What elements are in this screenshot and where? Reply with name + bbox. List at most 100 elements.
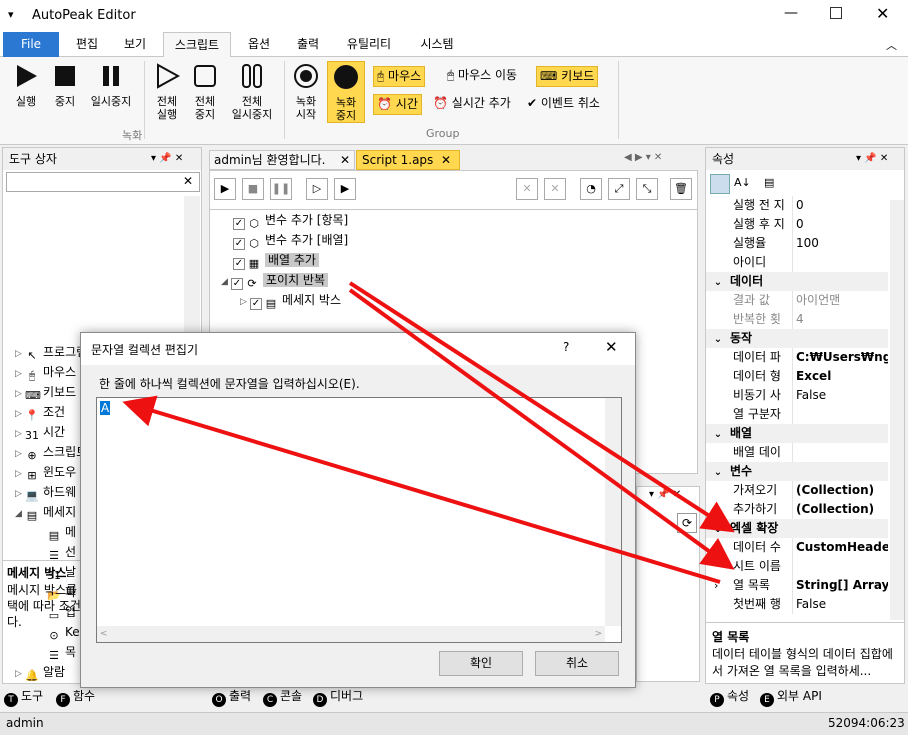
checkbox[interactable]: ✓	[233, 238, 245, 250]
stop-all-button[interactable]: 전체 중지	[186, 61, 224, 121]
tab-nav-icon[interactable]: ◀ ▶ ▾ ✕	[624, 152, 662, 163]
toolbox-item[interactable]: ▷ ⌨ 키보드	[15, 382, 76, 402]
tab-file[interactable]: File	[3, 32, 59, 57]
pause-all-button[interactable]: 전체 일시중지	[224, 61, 280, 121]
textarea-vscroll[interactable]	[605, 398, 621, 626]
checkbox[interactable]: ✓	[231, 278, 243, 290]
toolbox-item[interactable]: ▷ ⊞ 윈도우	[15, 462, 76, 482]
property-category[interactable]: ⌄ 엑셀 확장	[706, 519, 888, 538]
tab-utility[interactable]: 유틸리티	[334, 32, 404, 57]
toolbar-run-icon[interactable]: ▶	[214, 178, 236, 200]
property-row[interactable]: 아이디	[706, 253, 888, 272]
property-row[interactable]: 열 구분자	[706, 405, 888, 424]
close-tab-icon[interactable]: ✕	[441, 151, 451, 169]
toolbox-item[interactable]: ▷ ⊕ 스크립트	[15, 442, 87, 462]
add-realtime-button[interactable]: ⏰ 실시간 추가	[430, 94, 514, 115]
toolbar-step-into-icon[interactable]: ▶	[334, 178, 356, 200]
sort-az-icon[interactable]: A↓	[734, 176, 751, 189]
toolbar-clock-icon[interactable]: ◔	[580, 178, 602, 200]
close-tab-icon[interactable]: ✕	[340, 151, 350, 169]
property-row[interactable]: 데이터 파C:₩Users₩ngma	[706, 348, 888, 367]
minimize-icon[interactable]: —	[784, 5, 798, 21]
toolbox-item[interactable]: ▷ 🖰 마우스	[15, 362, 76, 382]
property-category[interactable]: ⌄ 데이터	[706, 272, 888, 291]
expand-icon[interactable]: ›	[714, 576, 718, 595]
toolbar-collapse-icon[interactable]: ⤡	[636, 178, 658, 200]
time-record-button[interactable]: ⏰ 시간	[373, 94, 422, 115]
property-row[interactable]: 실행 전 지0	[706, 196, 888, 215]
tab-view[interactable]: 보기	[112, 32, 158, 57]
tab-tools[interactable]: T 도구	[4, 686, 43, 708]
run-all-button[interactable]: 전체 실행	[148, 61, 186, 121]
toolbox-item[interactable]: ▷ 💻 하드웨	[15, 482, 76, 502]
toolbox-item[interactable]: ◢ ▤ 메세지	[15, 502, 76, 522]
script-node[interactable]: ✓ ▦ 배열 추가	[233, 250, 319, 270]
property-row[interactable]: 데이터 수CustomHeaderC	[706, 538, 888, 557]
cancel-button[interactable]: 취소	[535, 651, 619, 676]
toolbox-subitem[interactable]: ☰ 선	[47, 542, 76, 562]
tab-system[interactable]: 시스템	[408, 32, 466, 57]
tab-functions[interactable]: F 함수	[56, 686, 95, 708]
toolbox-item[interactable]: ▷ ↖ 프로그램	[15, 342, 87, 362]
toolbox-item[interactable]: ▷ 📍 조건	[15, 402, 65, 422]
tab-welcome[interactable]: admin님 환영합니다. ✕	[209, 150, 355, 170]
tab-output[interactable]: O 출력	[212, 686, 251, 708]
textarea-hscroll[interactable]: < >	[97, 626, 605, 642]
tab-script[interactable]: 스크립트	[163, 32, 231, 58]
property-row[interactable]: 실행율 100	[706, 234, 888, 253]
toolbox-item[interactable]: ▷ 31 시간	[15, 422, 65, 442]
pause-button[interactable]: 일시중지	[85, 61, 137, 108]
property-row[interactable]: 반복한 횟4	[706, 310, 888, 329]
categorized-icon[interactable]	[710, 174, 730, 194]
toolbox-search-input[interactable]: ✕	[6, 172, 200, 192]
property-row[interactable]: 배열 데이	[706, 443, 888, 462]
ok-button[interactable]: 확인	[439, 651, 523, 676]
tab-edit[interactable]: 편집	[64, 32, 110, 57]
property-row[interactable]: 가져오기 (Collection)	[706, 481, 888, 500]
refresh-icon[interactable]: ⟳	[677, 513, 697, 533]
tab-properties[interactable]: P 속성	[710, 686, 749, 708]
dialog-close-icon[interactable]: ✕	[605, 338, 618, 356]
property-row[interactable]: 시트 이름	[706, 557, 888, 576]
property-category[interactable]: ⌄ 변수	[706, 462, 888, 481]
close-icon[interactable]: ✕	[876, 4, 889, 23]
properties-scrollbar[interactable]	[890, 200, 904, 620]
property-row[interactable]: 실행 후 지0	[706, 215, 888, 234]
tab-script1[interactable]: Script 1.aps ✕	[356, 150, 460, 170]
toolbox-item-alarm[interactable]: ▷ 🔔 알람	[15, 662, 65, 682]
clear-search-icon[interactable]: ✕	[183, 174, 193, 188]
checkbox[interactable]: ✓	[233, 218, 245, 230]
mouse-record-button[interactable]: 🖰 마우스	[373, 66, 426, 87]
toolbar-pause-icon[interactable]: ❚❚	[270, 178, 292, 200]
toolbar-delete-icon[interactable]: ✕	[516, 178, 538, 200]
property-row[interactable]: 결과 값 아이언맨	[706, 291, 888, 310]
keyboard-record-button[interactable]: ⌨ 키보드	[536, 66, 599, 87]
property-row[interactable]: 열 목록 String[] Array ›	[706, 576, 888, 595]
pin-icon[interactable]: ▾ 📌 ✕	[151, 148, 183, 170]
maximize-icon[interactable]	[830, 7, 842, 19]
mouse-move-button[interactable]: 🖱 마우스 이동	[444, 66, 520, 87]
toolbar-clear-icon[interactable]: ✕	[544, 178, 566, 200]
script-node[interactable]: ✓ ⬡ 변수 추가 [항목]	[233, 210, 348, 230]
tab-options[interactable]: 옵션	[236, 32, 282, 57]
toolbox-subitem[interactable]: ☰ 목	[47, 642, 76, 662]
checkbox[interactable]: ✓	[250, 298, 262, 310]
script-node[interactable]: ▷ ✓ ▤ 메세지 박스	[240, 290, 341, 310]
run-button[interactable]: 실행	[6, 61, 46, 108]
quick-access-icon[interactable]: ▾	[8, 8, 14, 21]
property-category[interactable]: ⌄ 동작	[706, 329, 888, 348]
script-node[interactable]: ✓ ⬡ 변수 추가 [배열]	[233, 230, 348, 250]
property-row[interactable]: 비동기 사 False	[706, 386, 888, 405]
strings-textarea[interactable]: A < >	[96, 397, 622, 643]
checkbox[interactable]: ✓	[233, 258, 245, 270]
property-pages-icon[interactable]: ▤	[764, 176, 774, 189]
property-row[interactable]: 추가하기 (Collection)	[706, 500, 888, 519]
tab-external-api[interactable]: E 외부 API	[760, 686, 822, 708]
toolbox-subitem[interactable]: ▤ 메	[47, 522, 76, 542]
toolbar-trash-icon[interactable]: 🗑	[670, 178, 692, 200]
dialog-help-button[interactable]: ?	[563, 340, 569, 354]
script-node[interactable]: ◢ ✓ ⟳ 포이치 반복	[221, 270, 329, 290]
toolbar-stop-icon[interactable]: ■	[242, 178, 264, 200]
collapse-ribbon-icon[interactable]: ︿	[886, 37, 897, 53]
output-pin-icon[interactable]: ▾ 📌 ✕	[649, 489, 681, 500]
